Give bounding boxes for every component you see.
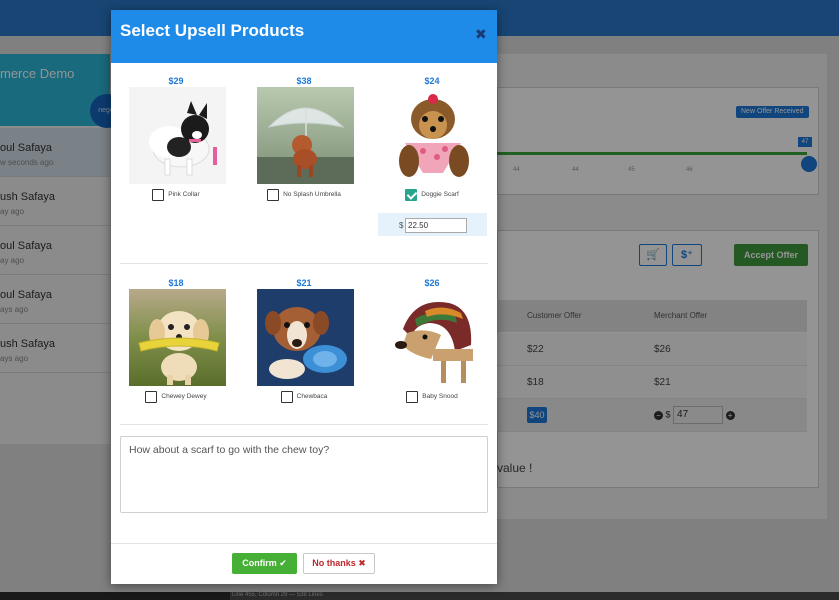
product-label: Pink Collar [168,191,200,199]
product-price: $29 [168,76,184,86]
product-select[interactable]: No Splash Umbrella [249,186,359,204]
product-select[interactable]: Chewey Dewey [121,388,231,406]
product-checkbox[interactable] [280,390,293,403]
upsell-price-input[interactable] [405,218,467,233]
product-label: Chewbaca [296,393,328,401]
modal-title: Select Upsell Products [120,21,305,40]
upsell-message-input[interactable]: How about a scarf to go with the chew to… [120,436,488,513]
doggie-scarf-image [385,87,482,184]
baby-snood-image [385,289,482,386]
no-thanks-button[interactable]: No thanks ✖ [303,553,375,574]
product-checkbox[interactable] [406,390,419,403]
product-label: No Splash Umbrella [283,191,341,199]
product-price: $24 [424,76,440,86]
product-price: $26 [424,278,440,288]
chewbaca-image [257,289,354,386]
product-price: $18 [168,278,184,288]
product-price: $21 [296,278,312,288]
chewey-dewey-image [129,289,226,386]
upsell-modal: Select Upsell Products ✖ $29 Pink Collar… [111,10,497,584]
product-label: Baby Snood [422,393,458,401]
product-checkbox[interactable] [145,390,158,403]
footer-divider [111,543,497,544]
product-select[interactable]: Doggie Scarf [377,186,487,204]
product-checkbox[interactable] [152,188,165,201]
product-checkbox[interactable] [267,188,280,201]
row-divider [120,424,488,425]
price-currency: $ [399,221,404,230]
upsell-price-field: $ [378,213,487,236]
pink-collar-image [129,87,226,184]
umbrella-dog-image [257,87,354,184]
product-select[interactable]: Chewbaca [249,388,359,406]
modal-header: Select Upsell Products ✖ [111,10,497,63]
row-divider [120,263,488,264]
product-label: Chewey Dewey [161,393,207,401]
confirm-button[interactable]: Confirm ✔ [232,553,297,574]
product-select[interactable]: Baby Snood [377,388,487,406]
close-icon[interactable]: ✖ [475,26,487,42]
product-price: $38 [296,76,312,86]
product-select[interactable]: Pink Collar [121,186,231,204]
product-label: Doggie Scarf [421,191,459,199]
product-checkbox[interactable] [405,188,418,201]
